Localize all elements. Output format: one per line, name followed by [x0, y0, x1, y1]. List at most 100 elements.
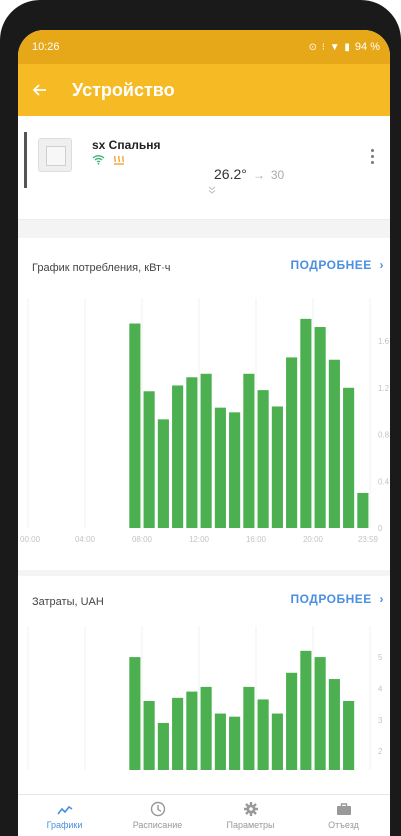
signal-icon: ⊙ ⁝ ▼ ▮	[308, 41, 351, 53]
more-options-button[interactable]	[362, 142, 382, 170]
chart-bar[interactable]	[172, 697, 184, 770]
chart-bar[interactable]	[214, 407, 226, 528]
chart-bar[interactable]	[129, 323, 141, 528]
chart-bar[interactable]	[143, 701, 155, 770]
status-indicators: ⊙ ⁝ ▼ ▮ 94 %	[309, 41, 380, 53]
chart-bar[interactable]	[186, 377, 198, 528]
chart-bar[interactable]	[200, 686, 212, 770]
device-name: sx Спальня	[92, 138, 161, 152]
chart-bar[interactable]	[328, 679, 340, 770]
costs-card: Затраты, UAH ПОДРОБНЕЕ › 2 3 4 5	[18, 576, 390, 776]
bottom-navigation: Графики Расписание Параметры Отъезд	[18, 794, 390, 836]
x-tick-label: 16:00	[246, 535, 267, 544]
chevron-right-icon: ›	[375, 258, 384, 272]
arrow-left-icon	[32, 84, 46, 96]
chart-bar[interactable]	[343, 387, 355, 528]
costs-chart: 2 3 4 5	[18, 626, 390, 770]
status-time: 10:26	[32, 41, 60, 53]
costs-details-label: ПОДРОБНЕЕ	[290, 592, 372, 606]
x-tick-label: 12:00	[189, 535, 210, 544]
nav-schedule[interactable]: Расписание	[111, 795, 204, 836]
chart-bar[interactable]	[286, 357, 298, 528]
chart-bar[interactable]	[314, 657, 326, 770]
back-button[interactable]	[18, 64, 62, 116]
consumption-card: График потребления, кВт·ч ПОДРОБНЕЕ › 00…	[18, 238, 390, 570]
chart-bar[interactable]	[229, 412, 241, 528]
chart-icon	[56, 801, 74, 817]
x-tick-label: 04:00	[75, 535, 96, 544]
x-tick-label: 00:00	[20, 535, 41, 544]
suitcase-icon	[335, 801, 353, 817]
clock-icon	[149, 801, 167, 817]
chart-bar[interactable]	[357, 492, 369, 528]
nav-parameters[interactable]: Параметры	[204, 795, 297, 836]
dot-icon	[370, 148, 374, 152]
x-tick-label: 08:00	[132, 535, 153, 544]
consumption-details-link[interactable]: ПОДРОБНЕЕ ›	[290, 258, 384, 272]
nav-charts-label: Графики	[46, 820, 83, 830]
wifi-icon	[92, 154, 105, 167]
y-tick-label: 1.2	[378, 384, 390, 393]
app-bar: Устройство	[18, 64, 390, 116]
device-status	[92, 154, 125, 167]
costs-chart-svg: 2 3 4 5	[27, 626, 383, 770]
consumption-chart: 0 0.4 0.8 1.2 1.6 00:00 04:00 08:00 12:00 16:00 20…	[18, 296, 390, 556]
chart-bar[interactable]	[300, 318, 312, 528]
consumption-title: График потребления, кВт·ч	[32, 262, 171, 274]
x-tick-label: 20:00	[303, 535, 324, 544]
nav-departure[interactable]: Отъезд	[297, 795, 390, 836]
status-bar: 10:26 ⊙ ⁝ ▼ ▮ 94 %	[18, 30, 390, 64]
consumption-details-label: ПОДРОБНЕЕ	[290, 258, 372, 272]
chart-bar[interactable]	[214, 713, 226, 770]
chart-bar[interactable]	[286, 672, 298, 770]
x-tick-label: 23:59	[358, 535, 379, 544]
device-accent-bar	[24, 132, 27, 188]
chart-bar[interactable]	[300, 650, 312, 770]
current-temperature: 26.2°	[214, 166, 247, 182]
screen: 10:26 ⊙ ⁝ ▼ ▮ 94 % Устройство sx Спальня	[18, 30, 390, 836]
chart-bar[interactable]	[328, 359, 340, 528]
heating-icon	[113, 154, 125, 167]
chart-bar[interactable]	[157, 419, 169, 528]
chart-bar[interactable]	[200, 373, 212, 528]
chart-bar[interactable]	[186, 691, 198, 770]
nav-charts[interactable]: Графики	[18, 795, 111, 836]
target-temperature: 30	[270, 168, 285, 182]
chart-bar[interactable]	[143, 391, 155, 528]
chart-bar[interactable]	[271, 713, 283, 770]
chart-bar[interactable]	[243, 686, 255, 770]
chevron-down-icon[interactable]	[208, 186, 216, 197]
nav-schedule-label: Расписание	[132, 820, 183, 830]
nav-departure-label: Отъезд	[328, 820, 359, 830]
page-title: Устройство	[72, 79, 175, 100]
chart-bar[interactable]	[257, 699, 269, 770]
costs-details-link[interactable]: ПОДРОБНЕЕ ›	[290, 592, 384, 606]
temperature-row: 26.2° → 30	[214, 166, 284, 182]
y-tick-label: 1.6	[378, 337, 390, 346]
dot-icon	[370, 160, 374, 164]
chart-bar[interactable]	[129, 657, 141, 770]
chart-bar[interactable]	[157, 722, 169, 770]
chart-bar[interactable]	[257, 390, 269, 528]
y-tick-label: 5	[378, 653, 383, 662]
chart-bar[interactable]	[343, 701, 355, 770]
chart-bar[interactable]	[271, 406, 283, 528]
y-tick-label: 0.4	[378, 477, 390, 486]
dot-icon	[370, 154, 374, 158]
charts-content[interactable]: График потребления, кВт·ч ПОДРОБНЕЕ › 00…	[18, 220, 390, 776]
chart-bar[interactable]	[229, 716, 241, 770]
device-thumbnail	[38, 138, 72, 172]
temperature-arrow: →	[252, 168, 265, 182]
chart-bar[interactable]	[172, 385, 184, 528]
gear-icon	[242, 801, 260, 817]
phone-frame: 10:26 ⊙ ⁝ ▼ ▮ 94 % Устройство sx Спальня	[0, 0, 401, 836]
y-tick-label: 0	[378, 524, 383, 533]
chart-bar[interactable]	[314, 327, 326, 528]
nav-parameters-label: Параметры	[226, 820, 275, 830]
y-tick-label: 3	[378, 716, 383, 725]
device-card[interactable]: sx Спальня 26.2° → 30	[18, 116, 390, 220]
chart-bar[interactable]	[243, 373, 255, 528]
chevron-right-icon: ›	[375, 592, 384, 606]
y-tick-label: 2	[378, 747, 383, 756]
battery-level: 94 %	[354, 41, 380, 53]
